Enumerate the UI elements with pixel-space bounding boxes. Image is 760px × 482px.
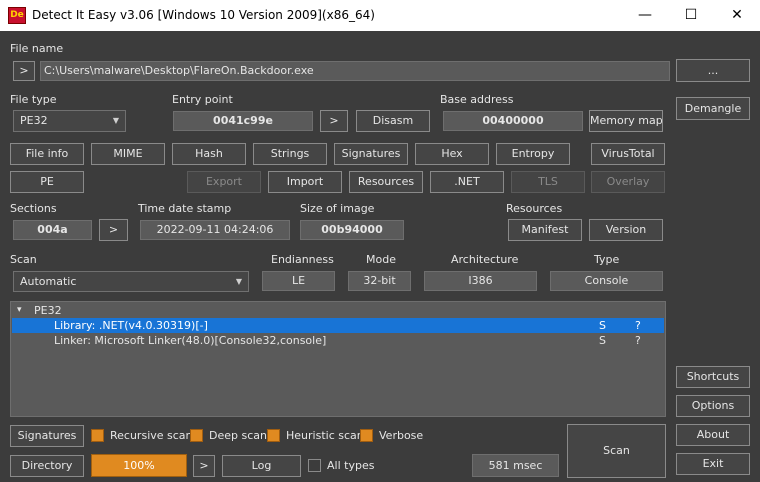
tls-button[interactable]: TLS: [511, 171, 585, 193]
window-title: Detect It Easy v3.06 [Windows 10 Version…: [32, 8, 375, 22]
time-date-stamp-field[interactable]: 2022-09-11 04:24:06: [140, 220, 290, 240]
disasm-button[interactable]: Disasm: [356, 110, 430, 132]
entropy-button[interactable]: Entropy: [496, 143, 570, 165]
shortcuts-button[interactable]: Shortcuts: [676, 366, 750, 388]
virustotal-button[interactable]: VirusTotal: [591, 143, 665, 165]
verbose-checkbox[interactable]: [360, 429, 373, 442]
dotnet-button[interactable]: .NET: [430, 171, 504, 193]
import-button[interactable]: Import: [268, 171, 342, 193]
file-info-button[interactable]: File info: [10, 143, 84, 165]
time-date-stamp-label: Time date stamp: [138, 202, 232, 215]
log-button[interactable]: Log: [222, 455, 301, 477]
entry-point-field[interactable]: 0041c99e: [173, 111, 313, 131]
browse-button[interactable]: ...: [676, 59, 750, 82]
signatures-button[interactable]: Signatures: [334, 143, 408, 165]
strings-button[interactable]: Strings: [253, 143, 327, 165]
file-type-label: File type: [10, 93, 57, 106]
type-label: Type: [594, 253, 620, 266]
mode-field[interactable]: 32-bit: [348, 271, 411, 291]
app-icon: De: [8, 7, 26, 24]
file-path-field[interactable]: C:\Users\malware\Desktop\FlareOn.Backdoo…: [40, 61, 670, 81]
scan-button[interactable]: Scan: [567, 424, 666, 478]
result-row-linker[interactable]: Linker: Microsoft Linker(48.0)[Console32…: [12, 333, 664, 348]
recursive-scan-label: Recursive scan: [110, 429, 193, 442]
file-type-value: PE32: [20, 114, 48, 127]
all-types-label: All types: [327, 459, 375, 472]
all-types-checkbox[interactable]: [308, 459, 321, 472]
base-address-label: Base address: [440, 93, 514, 106]
result-row-library[interactable]: Library: .NET(v4.0.30319)[-] S ?: [12, 318, 664, 333]
mode-label: Mode: [366, 253, 396, 266]
memory-map-button[interactable]: Memory map: [589, 110, 663, 132]
deep-scan-checkbox[interactable]: [190, 429, 203, 442]
scan-progress-bar: 100%: [91, 454, 187, 477]
result-info-flag: ?: [635, 334, 641, 347]
hex-button[interactable]: Hex: [415, 143, 489, 165]
deep-scan-label: Deep scan: [209, 429, 267, 442]
verbose-label: Verbose: [379, 429, 424, 442]
type-field[interactable]: Console: [550, 271, 663, 291]
base-address-field[interactable]: 00400000: [443, 111, 583, 131]
resources-label: Resources: [506, 202, 563, 215]
title-bar: De Detect It Easy v3.06 [Windows 10 Vers…: [0, 0, 760, 31]
overlay-button[interactable]: Overlay: [591, 171, 665, 193]
manifest-button[interactable]: Manifest: [508, 219, 582, 241]
options-button[interactable]: Options: [676, 395, 750, 417]
result-info-flag: ?: [635, 319, 641, 332]
directory-button[interactable]: Directory: [10, 455, 84, 477]
size-of-image-field[interactable]: 00b94000: [300, 220, 404, 240]
about-button[interactable]: About: [676, 424, 750, 446]
minimize-icon[interactable]: —: [622, 0, 668, 31]
recursive-scan-checkbox[interactable]: [91, 429, 104, 442]
demangle-button[interactable]: Demangle: [676, 97, 750, 120]
entry-point-label: Entry point: [172, 93, 233, 106]
architecture-label: Architecture: [451, 253, 519, 266]
chevron-down-icon: ▼: [235, 277, 242, 286]
heuristic-scan-label: Heuristic scan: [286, 429, 364, 442]
architecture-field[interactable]: I386: [424, 271, 537, 291]
size-of-image-label: Size of image: [300, 202, 375, 215]
sections-field[interactable]: 004a: [13, 220, 92, 240]
hash-button[interactable]: Hash: [172, 143, 246, 165]
export-button[interactable]: Export: [187, 171, 261, 193]
file-type-select[interactable]: PE32 ▼: [13, 110, 126, 132]
scan-value: Automatic: [20, 275, 77, 288]
results-tree[interactable]: ▾ PE32 Library: .NET(v4.0.30319)[-] S ? …: [10, 301, 666, 417]
maximize-icon[interactable]: ☐: [668, 0, 714, 31]
resources-button[interactable]: Resources: [349, 171, 423, 193]
scan-label: Scan: [10, 253, 37, 266]
file-name-label: File name: [10, 42, 64, 55]
close-icon[interactable]: ✕: [714, 0, 760, 31]
sections-label: Sections: [10, 202, 57, 215]
scan-time-field: 581 msec: [472, 454, 559, 477]
file-nav-button[interactable]: >: [13, 61, 35, 81]
chevron-down-icon: ▼: [112, 116, 119, 125]
signatures-bottom-button[interactable]: Signatures: [10, 425, 84, 447]
entry-point-nav-button[interactable]: >: [320, 110, 348, 132]
endianness-label: Endianness: [271, 253, 334, 266]
pe-button[interactable]: PE: [10, 171, 84, 193]
expand-icon[interactable]: ▾: [17, 303, 22, 318]
endianness-field[interactable]: LE: [262, 271, 335, 291]
progress-nav-button[interactable]: >: [193, 455, 215, 477]
result-text: Linker: Microsoft Linker(48.0)[Console32…: [54, 334, 327, 347]
tree-root-row[interactable]: ▾ PE32: [12, 303, 664, 318]
exit-button[interactable]: Exit: [676, 453, 750, 475]
sections-nav-button[interactable]: >: [99, 219, 128, 241]
mime-button[interactable]: MIME: [91, 143, 165, 165]
tree-root-label: PE32: [34, 304, 62, 317]
scan-progress-text: 100%: [123, 459, 155, 472]
result-signature-flag: S: [599, 319, 606, 332]
version-button[interactable]: Version: [589, 219, 663, 241]
scan-select[interactable]: Automatic ▼: [13, 271, 249, 292]
result-signature-flag: S: [599, 334, 606, 347]
heuristic-scan-checkbox[interactable]: [267, 429, 280, 442]
result-text: Library: .NET(v4.0.30319)[-]: [54, 319, 208, 332]
